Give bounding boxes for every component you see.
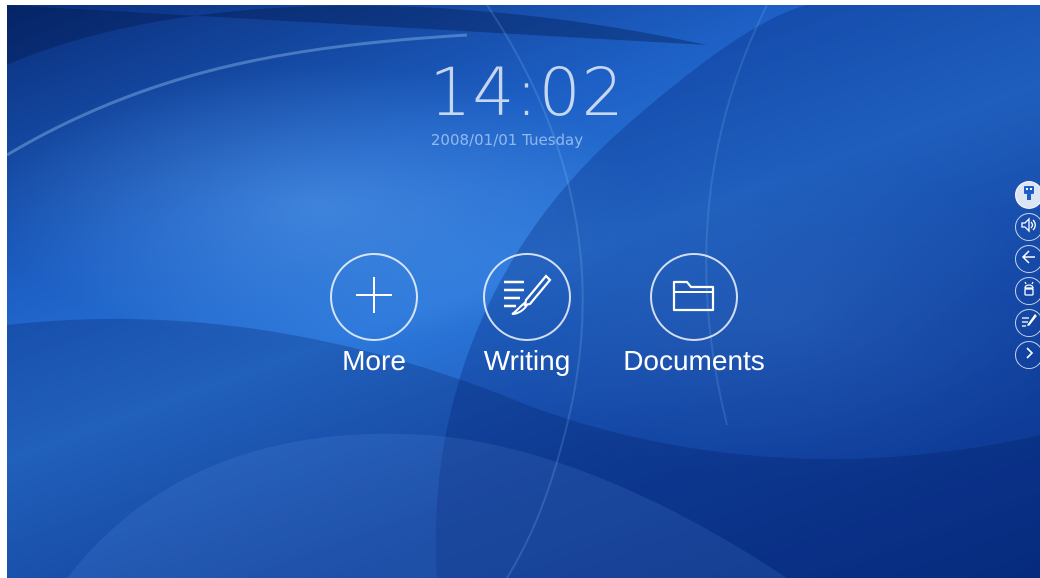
app-writing-label: Writing <box>483 345 571 376</box>
side-volume-button[interactable] <box>1015 213 1040 241</box>
android-icon <box>1020 280 1038 303</box>
usb-icon <box>1020 184 1038 207</box>
side-usb-button[interactable] <box>1015 181 1040 209</box>
side-next-button[interactable] <box>1015 341 1040 369</box>
side-toolbar <box>1015 181 1040 369</box>
writing-brush-icon <box>500 272 554 323</box>
home-screen: 14:02 2008/01/01 Tuesday More Writing Do… <box>7 5 1040 578</box>
app-documents-button[interactable]: Documents <box>604 253 784 377</box>
clock-date: 2008/01/01 Tuesday <box>430 131 584 149</box>
clock-time: 14:02 <box>429 54 625 131</box>
app-writing-button[interactable]: Writing <box>483 253 571 377</box>
annotate-icon <box>1020 312 1038 335</box>
app-more-button[interactable]: More <box>330 253 418 377</box>
next-icon <box>1020 344 1038 367</box>
side-annotate-button[interactable] <box>1015 309 1040 337</box>
app-more-label: More <box>342 345 406 376</box>
side-android-button[interactable] <box>1015 277 1040 305</box>
volume-icon <box>1020 216 1038 239</box>
side-back-button[interactable] <box>1015 245 1040 273</box>
plus-icon <box>352 273 396 322</box>
app-documents-label: Documents <box>623 345 765 376</box>
back-icon <box>1020 248 1038 271</box>
folder-icon <box>669 274 719 321</box>
